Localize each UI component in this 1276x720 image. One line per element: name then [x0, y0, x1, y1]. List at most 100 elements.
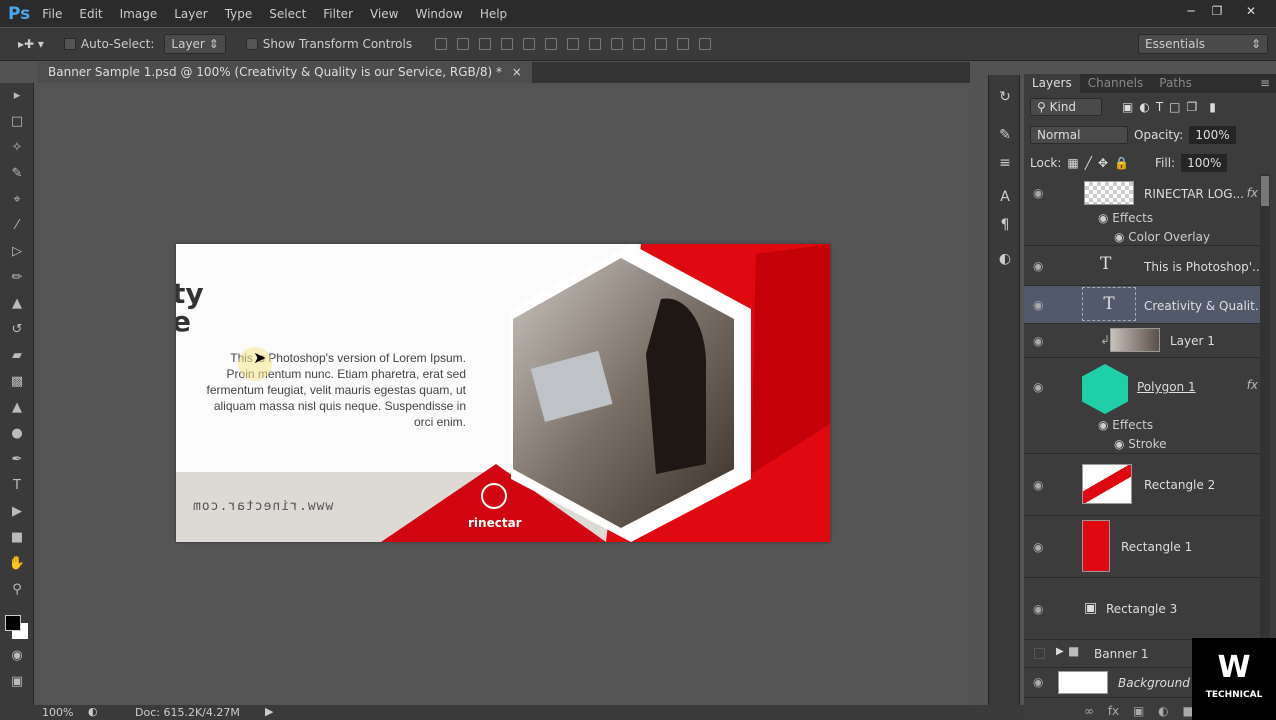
healing-tool-icon[interactable]: ▷ — [0, 239, 34, 265]
visibility-eye-icon[interactable]: ◉ — [1033, 259, 1043, 273]
marquee-tool-icon[interactable]: □ — [0, 109, 34, 135]
align-vcenter-icon[interactable] — [457, 38, 470, 50]
panel-menu-icon[interactable]: ≡ — [1254, 74, 1276, 93]
align-top-icon[interactable] — [435, 38, 448, 50]
layer-rectangle-2[interactable]: ◉ Rectangle 2 — [1024, 454, 1260, 516]
workspace-dropdown[interactable]: Essentials ⇕ — [1138, 34, 1268, 54]
menu-filter[interactable]: Filter — [323, 7, 353, 21]
layer-1[interactable]: ◉ ↲ Layer 1 — [1024, 324, 1260, 358]
auto-align-icon[interactable] — [699, 38, 712, 50]
link-layers-icon[interactable]: ∞ — [1084, 704, 1094, 718]
foreground-color-swatch[interactable] — [5, 615, 21, 631]
filter-toggle[interactable]: ▮ — [1209, 100, 1216, 114]
quick-mask-icon[interactable]: ◉ — [0, 643, 34, 669]
filter-type-icon[interactable]: T — [1156, 100, 1163, 114]
lasso-tool-icon[interactable]: ✧ — [0, 135, 34, 161]
menu-help[interactable]: Help — [480, 7, 507, 21]
visibility-eye-icon[interactable]: ◉ — [1033, 675, 1043, 689]
lock-position-icon[interactable]: ✥ — [1098, 156, 1108, 170]
menu-select[interactable]: Select — [269, 7, 306, 21]
tab-channels[interactable]: Channels — [1080, 74, 1152, 93]
quick-select-tool-icon[interactable]: ✎ — [0, 161, 34, 187]
visibility-eye-icon[interactable]: ◉ — [1033, 602, 1043, 616]
screen-mode-icon[interactable]: ▣ — [0, 669, 34, 695]
align-bottom-icon[interactable] — [479, 38, 492, 50]
dodge-tool-icon[interactable]: ● — [0, 421, 34, 447]
distribute-top-icon[interactable] — [567, 38, 580, 50]
effects-row[interactable]: ◉ Effects — [1098, 418, 1153, 432]
fx-icon[interactable]: fx — [1247, 378, 1258, 392]
history-brush-icon[interactable]: ↺ — [0, 317, 34, 343]
move-tool-icon[interactable]: ▸ — [0, 83, 34, 109]
filter-smart-object-icon[interactable]: ❐ — [1187, 100, 1198, 114]
effect-color-overlay[interactable]: ◉ Color Overlay — [1114, 230, 1210, 244]
auto-select-checkbox[interactable] — [63, 38, 76, 50]
distribute-hcenter-icon[interactable] — [655, 38, 668, 50]
restore-icon[interactable]: ❐ — [1208, 4, 1226, 20]
distribute-right-icon[interactable] — [677, 38, 690, 50]
menu-edit[interactable]: Edit — [79, 7, 102, 21]
close-tab-icon[interactable]: × — [512, 65, 522, 79]
new-adjustment-icon[interactable]: ◐ — [1158, 704, 1168, 718]
pen-tool-icon[interactable]: ✒ — [0, 447, 34, 473]
gradient-tool-icon[interactable]: ▩ — [0, 369, 34, 395]
color-swatches[interactable] — [0, 603, 33, 643]
show-transform-checkbox[interactable] — [245, 38, 258, 50]
history-panel-icon[interactable]: ↻ — [989, 83, 1021, 111]
stamp-tool-icon[interactable]: ▲ — [0, 291, 34, 317]
character-panel-icon[interactable]: A — [989, 183, 1021, 211]
eraser-tool-icon[interactable]: ▰ — [0, 343, 34, 369]
layer-rectangle-1[interactable]: ◉ Rectangle 1 — [1024, 516, 1260, 578]
auto-select-dropdown[interactable]: Layer ⇕ — [164, 34, 226, 54]
layer-rectangle-3[interactable]: ◉ ▣ Rectangle 3 — [1024, 578, 1260, 640]
opacity-input[interactable]: 100% — [1189, 126, 1236, 144]
visibility-eye-icon[interactable]: ◉ — [1033, 540, 1043, 554]
adjustments-panel-icon[interactable]: ≡ — [989, 149, 1021, 177]
tab-layers[interactable]: Layers — [1024, 74, 1080, 93]
status-info-icon[interactable]: ◐ — [88, 705, 98, 718]
menu-layer[interactable]: Layer — [174, 7, 207, 21]
menu-type[interactable]: Type — [225, 7, 253, 21]
blend-mode-dropdown[interactable]: Normal — [1030, 126, 1128, 144]
filter-shape-icon[interactable]: □ — [1169, 100, 1180, 114]
lock-paint-icon[interactable]: ╱ — [1085, 156, 1092, 170]
menu-file[interactable]: File — [42, 7, 62, 21]
menu-window[interactable]: Window — [415, 7, 462, 21]
paragraph-panel-icon[interactable]: ¶ — [989, 211, 1021, 239]
brush-panel-icon[interactable]: ✎ — [989, 121, 1021, 149]
distribute-vcenter-icon[interactable] — [589, 38, 602, 50]
menu-view[interactable]: View — [370, 7, 398, 21]
visibility-eye-icon[interactable]: ◉ — [1033, 298, 1043, 312]
hand-tool-icon[interactable]: ✋ — [0, 551, 34, 577]
status-menu-arrow-icon[interactable]: ▶ — [265, 705, 273, 718]
visibility-toggle-off[interactable] — [1034, 648, 1045, 659]
align-right-icon[interactable] — [545, 38, 558, 50]
distribute-left-icon[interactable] — [633, 38, 646, 50]
filter-adjustment-icon[interactable]: ◐ — [1139, 100, 1149, 114]
close-window-icon[interactable]: ✕ — [1242, 4, 1260, 20]
layer-creativity-selected[interactable]: ◉ T Creativity & Qualit... — [1024, 286, 1266, 324]
crop-tool-icon[interactable]: ⌖ — [0, 187, 34, 213]
shape-tool-icon[interactable]: ■ — [0, 525, 34, 551]
menu-image[interactable]: Image — [120, 7, 158, 21]
layer-polygon-1[interactable]: ◉ Polygon 1 fx ◉ Effects ◉ Stroke — [1024, 358, 1260, 454]
add-mask-icon[interactable]: ▣ — [1133, 704, 1144, 718]
lock-all-icon[interactable]: 🔒 — [1114, 156, 1129, 170]
filter-pixel-icon[interactable]: ▣ — [1122, 100, 1133, 114]
fill-input[interactable]: 100% — [1181, 154, 1228, 172]
visibility-eye-icon[interactable]: ◉ — [1033, 380, 1043, 394]
move-tool-preset-icon[interactable]: ▸✚ ▾ — [18, 37, 44, 51]
brush-tool-icon[interactable]: ✏ — [0, 265, 34, 291]
minimize-icon[interactable]: ─ — [1182, 4, 1200, 20]
path-select-tool-icon[interactable]: ▶ — [0, 499, 34, 525]
effect-stroke[interactable]: ◉ Stroke — [1114, 437, 1167, 451]
add-style-icon[interactable]: fx — [1108, 704, 1119, 718]
zoom-level[interactable]: 100% — [42, 706, 73, 719]
visibility-eye-icon[interactable]: ◉ — [1033, 186, 1043, 200]
type-tool-icon[interactable]: T — [0, 473, 34, 499]
blur-tool-icon[interactable]: ▲ — [0, 395, 34, 421]
document-tab[interactable]: Banner Sample 1.psd @ 100% (Creativity &… — [38, 62, 532, 83]
filter-kind-dropdown[interactable]: ⚲ Kind — [1030, 98, 1102, 116]
visibility-eye-icon[interactable]: ◉ — [1033, 478, 1043, 492]
align-left-icon[interactable] — [501, 38, 514, 50]
